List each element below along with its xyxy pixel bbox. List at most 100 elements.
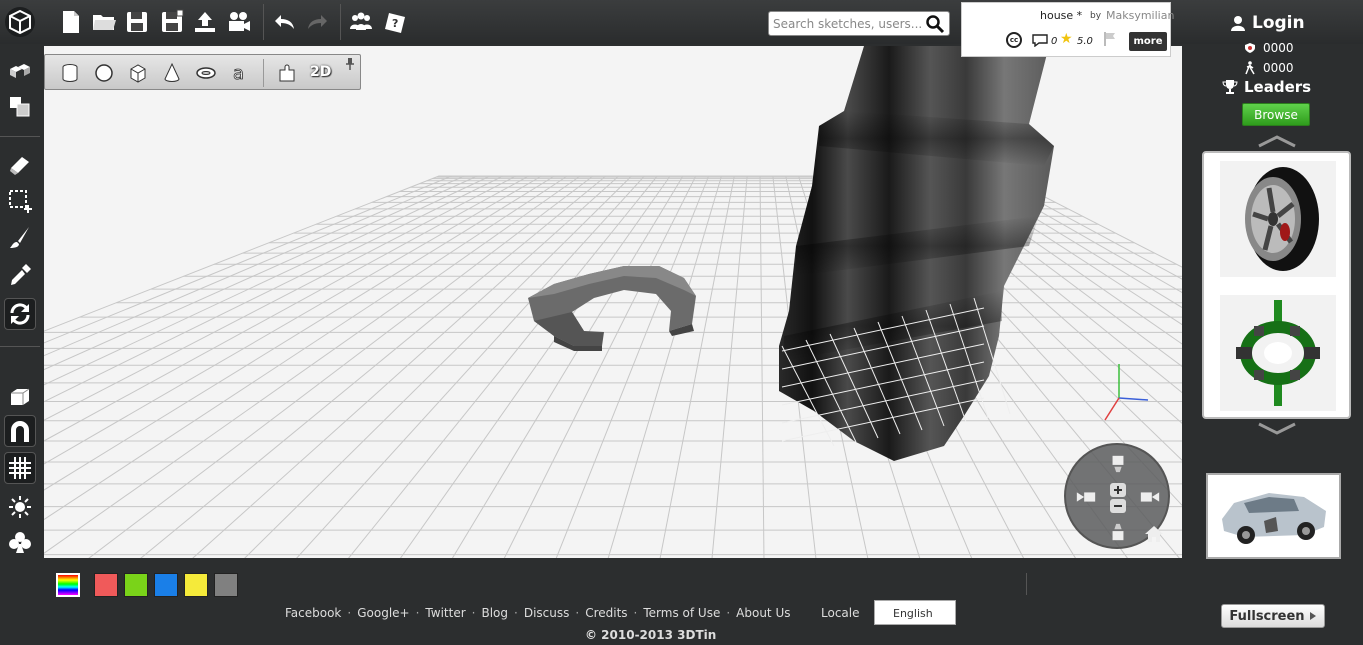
language-select[interactable]: English xyxy=(874,600,956,625)
gallery-item-gear-assembly[interactable] xyxy=(1220,295,1336,411)
by-label: by xyxy=(1090,11,1102,21)
color-swatch[interactable] xyxy=(94,573,118,597)
footer-link[interactable]: About Us xyxy=(736,606,790,620)
toolbar-divider xyxy=(263,59,264,87)
tilt-up-icon[interactable] xyxy=(1108,453,1128,475)
karma-value: 0000 xyxy=(1263,41,1294,55)
rotate-view-icon[interactable] xyxy=(4,298,36,330)
toolbar-divider xyxy=(340,4,341,40)
footer-link[interactable]: Google+ xyxy=(357,606,409,620)
color-swatch[interactable] xyxy=(154,573,178,597)
color-swatch[interactable] xyxy=(184,573,208,597)
pin-icon[interactable] xyxy=(345,58,355,70)
pillar-model[interactable] xyxy=(779,46,1054,461)
leaders-link[interactable]: Leaders xyxy=(1222,78,1311,96)
video-camera-icon[interactable] xyxy=(225,8,253,36)
fullscreen-label[interactable]: Fullscreen xyxy=(1229,609,1304,624)
light-sun-icon[interactable] xyxy=(4,491,36,523)
search-input[interactable] xyxy=(773,14,923,34)
paint-brush-icon[interactable] xyxy=(4,222,36,254)
trophy-icon xyxy=(1222,80,1238,94)
text-shape-icon[interactable]: a xyxy=(227,60,253,86)
footer-link[interactable]: Terms of Use xyxy=(643,606,720,620)
select-region-icon[interactable] xyxy=(4,185,36,217)
eyedropper-icon[interactable] xyxy=(4,259,36,291)
comments-icon[interactable] xyxy=(1032,33,1048,47)
search-icon[interactable] xyxy=(925,14,945,34)
model-info-card: house * by Maksymilian cc 0 ★ 5.0 more xyxy=(961,2,1174,57)
locale-label: Locale xyxy=(821,606,860,620)
person-walking-icon xyxy=(1245,61,1255,75)
community-icon[interactable] xyxy=(347,8,375,36)
pan-left-camera-icon[interactable] xyxy=(1074,487,1098,507)
svg-text:?: ? xyxy=(392,17,398,30)
grid-toggle-icon[interactable] xyxy=(4,452,36,484)
new-file-icon[interactable] xyxy=(57,8,85,36)
footer-link[interactable]: Discuss xyxy=(524,606,570,620)
more-button[interactable]: more xyxy=(1129,32,1167,51)
add-blocks-icon[interactable] xyxy=(4,54,36,86)
models-stat: 0000 xyxy=(1244,61,1294,75)
browse-button[interactable]: Browse xyxy=(1242,103,1310,126)
3d-viewport[interactable]: a 2D xyxy=(44,46,1182,558)
toolbar-divider xyxy=(0,346,40,347)
eraser-icon[interactable] xyxy=(4,148,36,180)
app-logo-cube-icon[interactable] xyxy=(0,0,40,44)
fullscreen-button[interactable]: Fullscreen xyxy=(1221,604,1325,628)
chevron-up-icon[interactable] xyxy=(1257,134,1297,148)
box-view-icon[interactable] xyxy=(4,380,36,412)
star-rating-icon[interactable]: ★ xyxy=(1060,31,1073,47)
torus-icon[interactable] xyxy=(193,60,219,86)
voxel-arch-model[interactable] xyxy=(528,266,696,351)
flag-icon[interactable] xyxy=(1103,31,1117,47)
zoom-out-icon[interactable] xyxy=(1110,499,1126,513)
copy-blocks-icon[interactable] xyxy=(4,91,36,123)
pan-right-camera-icon[interactable] xyxy=(1138,487,1162,507)
wheel-thumbnail-image xyxy=(1245,167,1319,271)
user-icon xyxy=(1231,16,1245,31)
club-effects-icon[interactable] xyxy=(4,526,36,558)
redo-icon[interactable] xyxy=(304,8,332,36)
footer-links: Facebook · Google+ · Twitter · Blog · Discuss · Cr… xyxy=(285,606,790,620)
rating-value: 5.0 xyxy=(1077,36,1093,47)
magnet-icon[interactable] xyxy=(4,415,36,447)
color-swatch[interactable] xyxy=(124,573,148,597)
home-view-icon[interactable] xyxy=(1144,525,1164,543)
login-label[interactable]: Login xyxy=(1252,13,1305,33)
model-title[interactable]: house * xyxy=(1040,9,1082,22)
model-author[interactable]: Maksymilian xyxy=(1106,9,1174,22)
leaders-label[interactable]: Leaders xyxy=(1244,78,1311,96)
chevron-down-icon[interactable] xyxy=(1257,422,1297,436)
open-folder-icon[interactable] xyxy=(90,8,118,36)
zoom-in-icon[interactable] xyxy=(1110,483,1126,497)
login-link[interactable]: Login xyxy=(1230,13,1305,33)
cylinder-icon[interactable] xyxy=(57,60,83,86)
promo-car-image[interactable] xyxy=(1206,473,1341,559)
3d-scene[interactable] xyxy=(44,46,1182,558)
save-as-icon[interactable] xyxy=(158,8,186,36)
footer-link[interactable]: Twitter xyxy=(425,606,465,620)
cone-icon[interactable] xyxy=(159,60,185,86)
comment-count: 0 xyxy=(1051,36,1058,47)
2d-mode-toggle[interactable]: 2D xyxy=(310,64,331,80)
footer-separator: · xyxy=(415,606,420,620)
search-box[interactable] xyxy=(768,11,950,36)
color-picker-rainbow[interactable] xyxy=(56,573,80,597)
navigation-pad xyxy=(1064,443,1170,549)
footer-link[interactable]: Credits xyxy=(585,606,627,620)
tilt-down-icon[interactable] xyxy=(1108,521,1128,543)
gallery-item-wheel[interactable] xyxy=(1220,161,1336,277)
save-icon[interactable] xyxy=(123,8,151,36)
footer-separator: · xyxy=(514,606,518,620)
help-icon[interactable]: ? xyxy=(382,8,410,36)
sphere-icon[interactable] xyxy=(91,60,117,86)
footer-link[interactable]: Facebook xyxy=(285,606,341,620)
color-swatch[interactable] xyxy=(214,573,238,597)
undo-icon[interactable] xyxy=(270,8,298,36)
puzzle-icon[interactable] xyxy=(275,60,301,86)
creative-commons-icon[interactable]: cc xyxy=(1006,32,1022,48)
cube-icon[interactable] xyxy=(125,60,151,86)
upload-icon[interactable] xyxy=(191,8,219,36)
footer-link[interactable]: Blog xyxy=(481,606,508,620)
models-value: 0000 xyxy=(1263,61,1294,75)
